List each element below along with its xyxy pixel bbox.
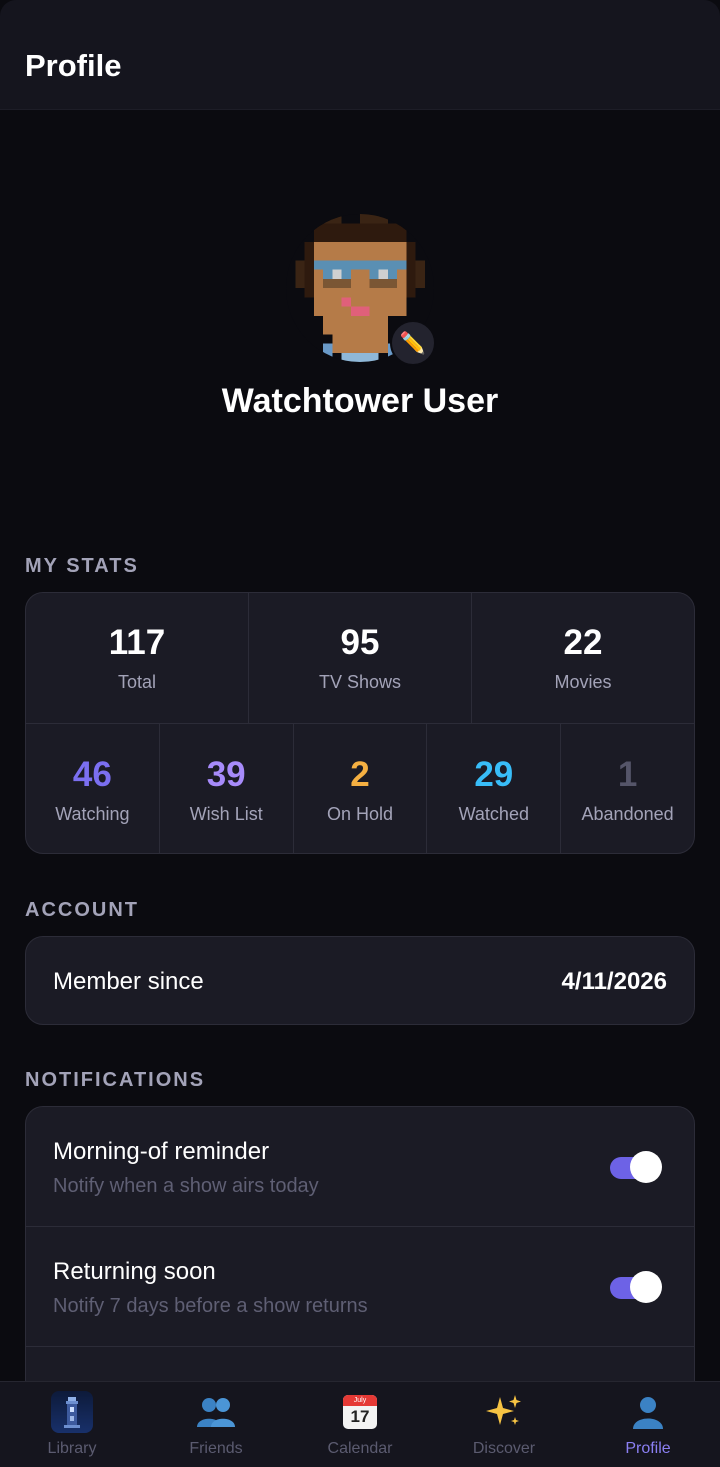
notification-title: Returning soon (53, 1258, 216, 1285)
stat-watched: 29 Watched (427, 724, 562, 853)
nav-item-library[interactable]: Library (0, 1382, 144, 1467)
top-app-bar: Profile (0, 0, 720, 110)
stats-card: 117 Total 95 TV Shows 22 Movies 46 Watching 39 W… (25, 592, 695, 854)
bottom-navigation: Library Friends July 17 Calendar Discove… (0, 1381, 720, 1467)
nav-label: Discover (472, 1440, 536, 1457)
stat-label: Movies (554, 672, 612, 692)
stat-movies: 22 Movies (472, 593, 694, 723)
notification-row-morning-of[interactable]: Morning-of reminder Notify when a show a… (26, 1107, 694, 1227)
tower-icon (51, 1390, 93, 1434)
stat-value: 95 (340, 623, 380, 662)
morning-of-reminder-toggle[interactable] (610, 1151, 662, 1183)
profile-name: Watchtower User (221, 382, 499, 420)
nav-item-calendar[interactable]: July 17 Calendar (288, 1382, 432, 1467)
stat-value: 46 (72, 754, 112, 794)
notifications-section-title: NOTIFICATIONS (25, 1069, 206, 1091)
stat-watching: 46 Watching (26, 724, 160, 853)
calendar-day: 17 (350, 1407, 370, 1426)
sparkles-icon (484, 1390, 524, 1434)
people-icon (196, 1390, 236, 1434)
stat-label: Total (117, 672, 157, 692)
stat-value: 22 (563, 623, 603, 662)
edit-avatar-button[interactable]: ✏️ (390, 320, 436, 366)
stat-value: 39 (206, 754, 246, 794)
nav-label: Profile (625, 1440, 671, 1457)
account-card: Member since 4/11/2026 (25, 936, 695, 1025)
stat-value: 29 (474, 754, 514, 794)
stat-label: Watching (55, 803, 130, 824)
nav-label: Library (47, 1440, 97, 1457)
notification-subtitle: Notify 7 days before a show returns (53, 1295, 368, 1317)
page-title: Profile (25, 48, 122, 83)
notifications-card: Morning-of reminder Notify when a show a… (25, 1106, 695, 1406)
notification-title: Morning-of reminder (53, 1138, 270, 1165)
stat-abandoned: 1 Abandoned (561, 724, 694, 853)
stat-label: Watched (458, 803, 529, 824)
stat-label: On Hold (326, 803, 394, 824)
nav-item-friends[interactable]: Friends (144, 1382, 288, 1467)
stat-on-hold: 2 On Hold (294, 724, 428, 853)
notification-subtitle: Notify when a show airs today (53, 1175, 319, 1197)
stat-tv-shows: 95 TV Shows (249, 593, 472, 723)
stats-row-status: 46 Watching 39 Wish List 2 On Hold 29 Watched 1 A… (26, 724, 694, 853)
stat-total: 117 Total (26, 593, 249, 723)
stat-label: Wish List (189, 803, 263, 824)
nav-label: Friends (189, 1440, 243, 1457)
stat-label: TV Shows (318, 672, 402, 692)
nav-label: Calendar (327, 1440, 393, 1457)
nav-item-profile[interactable]: Profile (576, 1382, 720, 1467)
stats-row-summary: 117 Total 95 TV Shows 22 Movies (26, 593, 694, 724)
notification-row-returning-soon[interactable]: Returning soon Notify 7 days before a sh… (26, 1227, 694, 1347)
profile-avatar-container[interactable]: ✏️ (286, 214, 436, 366)
member-since-value: 4/11/2026 (561, 967, 667, 995)
calendar-icon: July 17 (343, 1390, 377, 1434)
stat-value: 2 (350, 754, 370, 794)
account-section-title: ACCOUNT (25, 899, 139, 921)
member-since-label: Member since (53, 967, 204, 995)
pencil-icon: ✏️ (399, 331, 427, 355)
member-since-row: Member since 4/11/2026 (26, 937, 694, 1024)
toggle-knob (630, 1271, 662, 1303)
stat-label: Abandoned (581, 803, 674, 824)
returning-soon-toggle[interactable] (610, 1271, 662, 1303)
calendar-month: July (343, 1395, 377, 1406)
stat-value: 117 (108, 623, 166, 662)
stats-section-title: MY STATS (25, 555, 139, 577)
stat-wish-list: 39 Wish List (160, 724, 294, 853)
toggle-knob (630, 1151, 662, 1183)
stat-value: 1 (617, 754, 638, 794)
person-icon (630, 1390, 666, 1434)
nav-item-discover[interactable]: Discover (432, 1382, 576, 1467)
